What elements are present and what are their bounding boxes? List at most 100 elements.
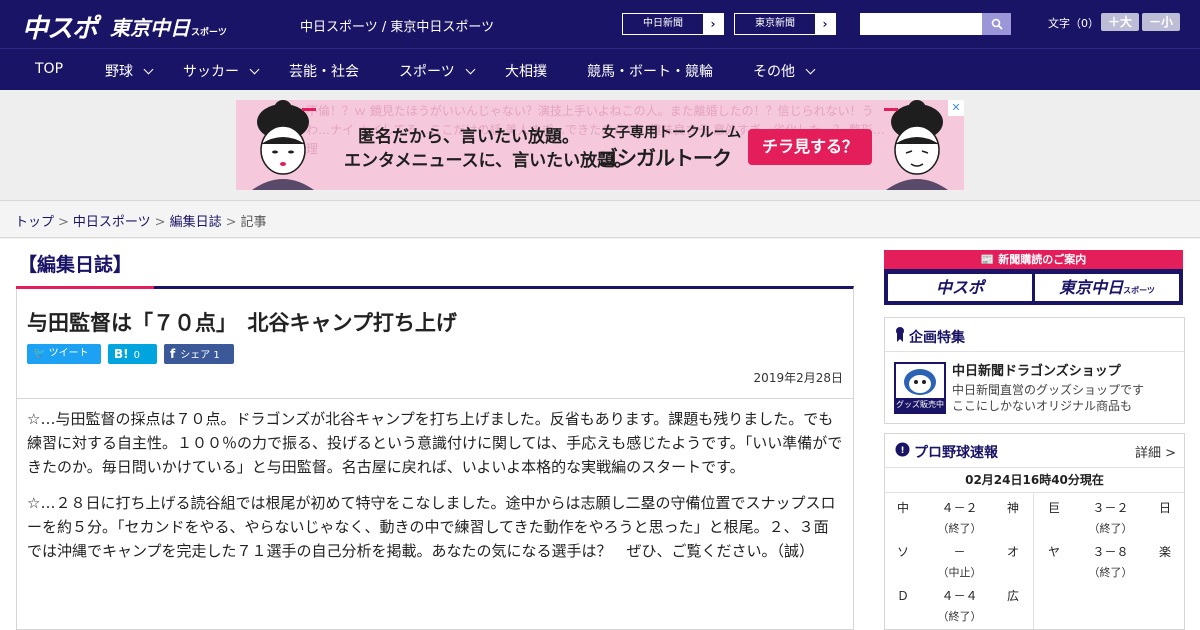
facebook-count: 1 xyxy=(213,350,220,361)
nav-item-sports[interactable]: スポーツ xyxy=(399,61,476,81)
hatena-icon: B! xyxy=(114,347,129,361)
top-header-bar: 中スポ 東京中日スポーツ 中日スポーツ / 東京中日スポーツ 中日新聞 › 東京… xyxy=(0,0,1200,48)
subscribe-tokyo-suffix: スポーツ xyxy=(1123,286,1155,295)
twitter-share-label: ツイート xyxy=(48,348,89,359)
chuspo-logo[interactable]: 中スポ xyxy=(22,8,98,45)
chevron-right-icon: › xyxy=(815,14,835,34)
hatena-count: 0 xyxy=(133,350,140,361)
site-names: 中日スポーツ / 東京中日スポーツ xyxy=(300,20,495,35)
article: 与田監督は「７０点」 北谷キャンプ打ち上げ 🐦 ツイート B! 0 f シェア 1 … xyxy=(16,286,854,630)
nav-label: スポーツ xyxy=(399,64,455,80)
geisha-illustration-icon xyxy=(884,100,948,190)
nav-item-baseball[interactable]: 野球 xyxy=(105,61,154,81)
main-content: 【編集日誌】 与田監督は「７０点」 北谷キャンプ打ち上げ 🐦 ツイート B! 0 … xyxy=(0,239,1200,630)
hatena-bookmark-button[interactable]: B! 0 xyxy=(108,344,157,364)
font-size-down-button[interactable]: －小 xyxy=(1142,13,1180,31)
article-paragraph: ☆…２８日に打ち上げる読谷組では根尾が初めて特守をこなしました。途中からは志願し… xyxy=(27,494,836,560)
game-row[interactable]: 巨 ３－２ 日 （終了） xyxy=(1036,494,1184,538)
score-timestamp: 02月24日16時40分現在 xyxy=(885,468,1184,493)
twitter-share-button[interactable]: 🐦 ツイート xyxy=(27,344,101,364)
feature-link-dragons-shop[interactable]: 中日新聞ドラゴンズショップ xyxy=(952,360,1121,379)
chunichi-shimbun-button[interactable]: 中日新聞 › xyxy=(622,13,724,35)
font-size-label: 文字（0） xyxy=(1048,17,1099,30)
ad-brand: ゴシガルトーク xyxy=(598,146,732,170)
search-input[interactable] xyxy=(860,13,982,35)
facebook-share-button[interactable]: f シェア 1 xyxy=(164,344,234,364)
nav-item-entertainment[interactable]: 芸能・社会 xyxy=(289,61,359,81)
nav-item-racing[interactable]: 競馬・ボート・競輪 xyxy=(587,61,713,81)
tokyo-button-label: 東京新聞 xyxy=(755,18,795,29)
breadcrumb-current: 記事 xyxy=(240,215,267,230)
subscription-heading-text: 新聞購読のご案内 xyxy=(998,253,1087,266)
chunichi-button-label: 中日新聞 xyxy=(643,18,683,29)
chevron-down-icon xyxy=(249,64,260,75)
breadcrumb-chunichi-sports[interactable]: 中日スポーツ xyxy=(73,215,151,230)
away-team: オ xyxy=(1006,545,1019,559)
feature-description: ここにしかないオリジナル商品も xyxy=(952,399,1133,413)
nav-label: サッカー xyxy=(183,64,239,80)
game-status: （終了） xyxy=(937,522,982,535)
ad-headline: 匿名だから、言いたい放題。 xyxy=(358,127,579,147)
main-nav: TOP 野球 サッカー 芸能・社会 スポーツ 大相撲 競馬・ボート・競輪 その他 xyxy=(0,48,1200,90)
score-panel-header: ! プロ野球速報 詳細 > xyxy=(885,434,1184,468)
ribbon-icon xyxy=(895,326,905,346)
away-team: 神 xyxy=(1006,501,1019,515)
game-row[interactable]: ヤ ３－８ 楽 （終了） xyxy=(1036,538,1184,582)
feature-panel: 企画特集 グッズ販売中 中日新聞ドラゴンズショップ 中日新聞直営のグッズショップ… xyxy=(884,317,1185,424)
score-column: 中 ４－２ 神 （終了） ソ － オ （中止） Ｄ ４－４ 広 （終了） xyxy=(885,494,1034,629)
search-button[interactable] xyxy=(982,13,1011,35)
score-panel-title: プロ野球速報 xyxy=(914,445,998,461)
ad-cta-button[interactable]: チラ見する？ xyxy=(748,129,872,165)
subscribe-tokyo-chunichi-link[interactable]: 東京中日スポーツ xyxy=(1035,274,1179,301)
chevron-right-icon: › xyxy=(703,14,723,34)
font-size-up-button[interactable]: ＋大 xyxy=(1101,13,1139,31)
game-status: （終了） xyxy=(1088,566,1133,579)
nav-label: TOP xyxy=(35,61,64,77)
score-detail-link[interactable]: 詳細 > xyxy=(1135,442,1176,461)
twitter-icon: 🐦 xyxy=(33,348,46,359)
tokyo-shimbun-button[interactable]: 東京新聞 › xyxy=(734,13,836,35)
facebook-share-label: シェア xyxy=(180,350,211,361)
subscribe-chuspo-link[interactable]: 中スポ xyxy=(888,274,1032,301)
tokyo-logo-text: 東京中日 xyxy=(110,16,190,40)
breadcrumb: トップ > 中日スポーツ > 編集日誌 > 記事 xyxy=(0,202,1200,238)
feature-description: 中日新聞直営のグッズショップです xyxy=(952,383,1145,397)
nav-item-top[interactable]: TOP xyxy=(35,61,63,77)
ad-close-icon[interactable]: ✕ xyxy=(948,100,964,116)
chevron-down-icon xyxy=(465,64,476,75)
breadcrumb-editorial-diary[interactable]: 編集日誌 xyxy=(170,215,222,230)
nav-label: 野球 xyxy=(105,64,133,80)
game-row[interactable]: ソ － オ （中止） xyxy=(885,538,1033,582)
section-title: 【編集日誌】 xyxy=(18,254,133,276)
article-title: 与田監督は「７０点」 北谷キャンプ打ち上げ xyxy=(27,311,457,335)
breadcrumb-top[interactable]: トップ xyxy=(15,215,54,230)
breadcrumb-separator: > xyxy=(58,215,69,230)
ad-headline-2: エンタメニュースに、言いたい放題。 xyxy=(344,151,632,171)
nav-item-sumo[interactable]: 大相撲 xyxy=(505,61,547,81)
game-row[interactable]: Ｄ ４－４ 広 （終了） xyxy=(885,582,1033,626)
game-status: （終了） xyxy=(1088,522,1133,535)
chevron-down-icon xyxy=(143,64,154,75)
article-body: ☆…与田監督の採点は７０点。ドラゴンズが北谷キャンプを打ち上げました。反省もあり… xyxy=(17,398,853,630)
subscription-banner[interactable]: 📰 新聞購読のご案内 中スポ 東京中日スポーツ xyxy=(884,250,1183,305)
dragons-shop-thumbnail[interactable]: グッズ販売中 xyxy=(894,362,946,414)
away-team: 日 xyxy=(1158,501,1171,515)
article-date: 2019年2月28日 xyxy=(753,371,843,385)
ad-area: 不倫！？ｗ 鏡見たほうがいいんじゃない？演技上手いよねこの人。また離婚したの！？… xyxy=(0,90,1200,201)
svg-text:!: ! xyxy=(900,446,904,456)
nav-item-other[interactable]: その他 xyxy=(753,61,816,81)
breadcrumb-separator: > xyxy=(154,215,166,230)
nav-label: 大相撲 xyxy=(505,64,547,80)
article-paragraph: ☆…与田監督の採点は７０点。ドラゴンズが北谷キャンプを打ち上げました。反省もあり… xyxy=(27,410,843,476)
game-row[interactable]: 中 ４－２ 神 （終了） xyxy=(885,494,1033,538)
game-status: （終了） xyxy=(937,610,982,623)
tokyo-logo-suffix: スポーツ xyxy=(191,28,227,38)
tokyo-chunichi-logo[interactable]: 東京中日スポーツ xyxy=(110,12,227,41)
baseball-icon: ! xyxy=(895,442,910,461)
search-icon xyxy=(991,18,1003,30)
chevron-down-icon xyxy=(805,64,816,75)
subscribe-tokyo-text: 東京中日 xyxy=(1059,278,1124,297)
nav-label: 競馬・ボート・競輪 xyxy=(587,64,713,80)
nav-item-soccer[interactable]: サッカー xyxy=(183,61,260,81)
ad-banner[interactable]: 不倫！？ｗ 鏡見たほうがいいんじゃない？演技上手いよねこの人。また離婚したの！？… xyxy=(236,100,964,190)
